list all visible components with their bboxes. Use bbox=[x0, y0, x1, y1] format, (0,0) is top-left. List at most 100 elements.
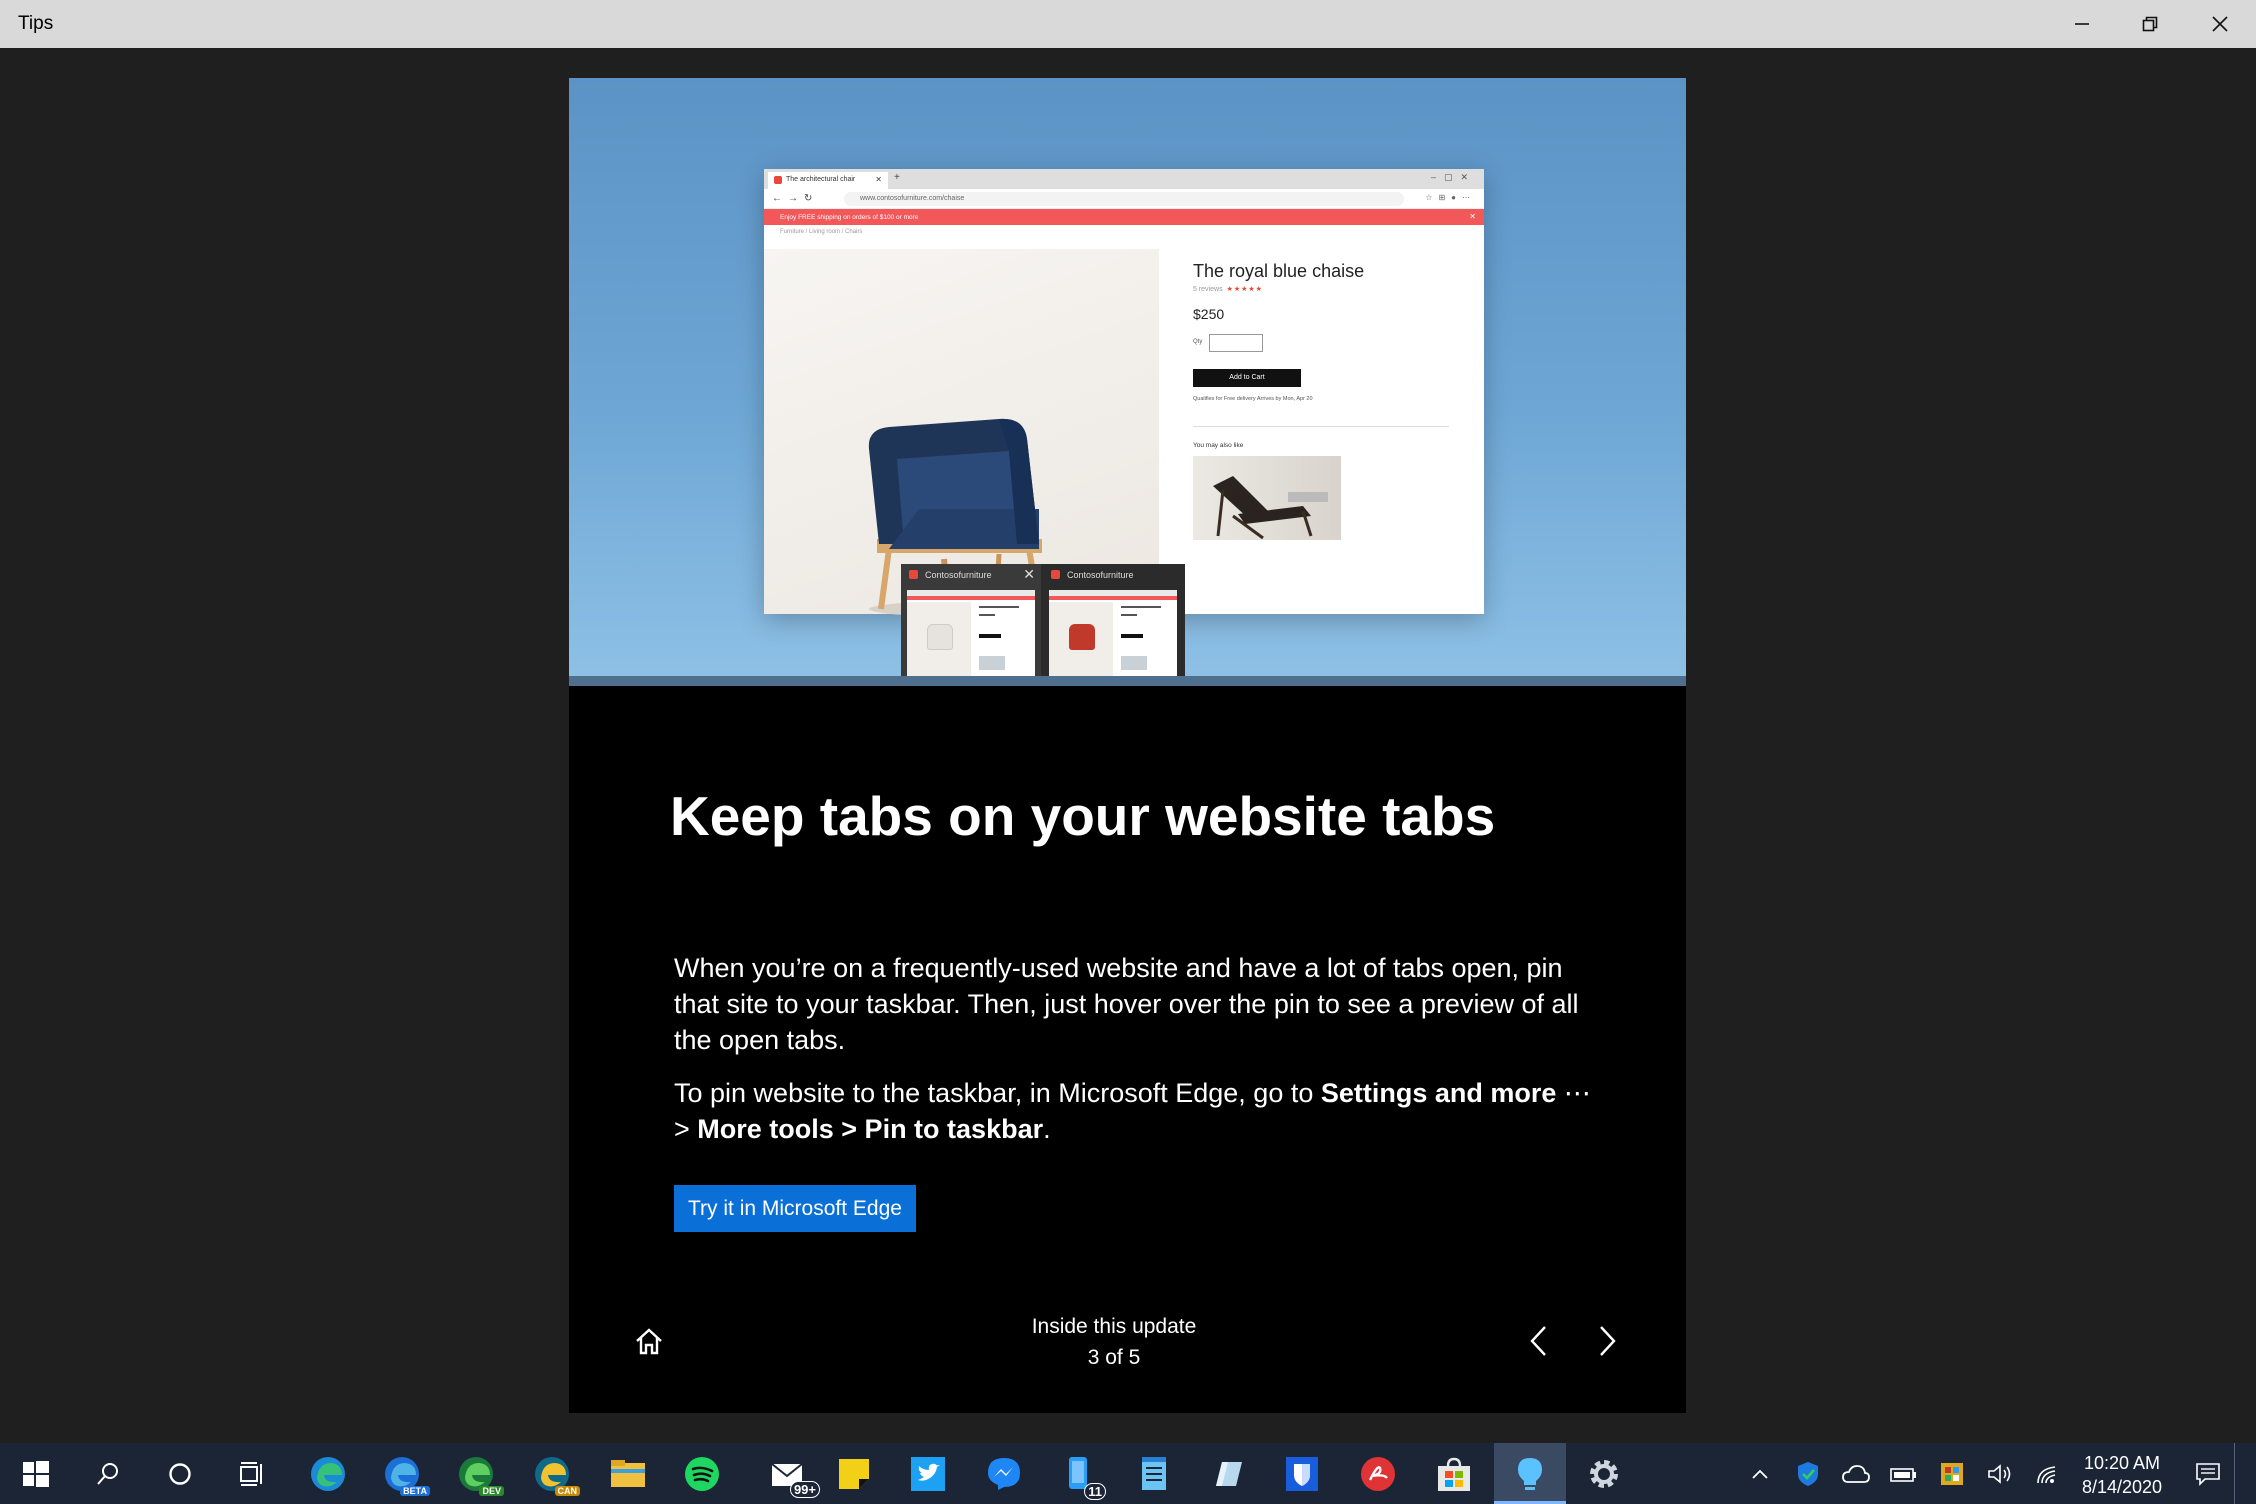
taskbar-preview: Contosofurniture ✕ Contosofurniture bbox=[901, 564, 1185, 686]
qty-field bbox=[1209, 334, 1263, 352]
mock-browser: The architectural chair ✕ + –▢✕ ←→↻ www.… bbox=[764, 169, 1484, 617]
delivery-info: Qualifies for Free delivery Arrives by M… bbox=[1193, 396, 1313, 402]
favicon-icon bbox=[1051, 570, 1060, 579]
file-explorer-taskbar-icon[interactable] bbox=[592, 1443, 664, 1504]
windows-logo-icon bbox=[23, 1460, 49, 1487]
bitwarden-taskbar-icon[interactable] bbox=[1266, 1443, 1338, 1504]
restore-button[interactable] bbox=[2116, 0, 2184, 48]
app-tray-icon[interactable] bbox=[1928, 1443, 1976, 1504]
preview-thumbnail-2 bbox=[1049, 590, 1177, 680]
defender-tray-icon[interactable] bbox=[1784, 1443, 1832, 1504]
chevron-up-icon bbox=[1752, 1469, 1768, 1479]
volume-tray-icon[interactable] bbox=[1976, 1443, 2024, 1504]
battery-tray-icon[interactable] bbox=[1880, 1443, 1928, 1504]
edge-canary-taskbar-icon[interactable]: CAN bbox=[516, 1443, 588, 1504]
onedrive-tray-icon[interactable] bbox=[1832, 1443, 1880, 1504]
mock-window-controls-icon: –▢✕ bbox=[1430, 172, 1476, 182]
tips-taskbar-icon[interactable] bbox=[1494, 1443, 1566, 1504]
next-button[interactable] bbox=[1587, 1321, 1627, 1361]
show-hidden-icons-button[interactable] bbox=[1736, 1443, 1784, 1504]
clock-date: 8/14/2020 bbox=[2081, 1477, 2163, 1497]
tip-headline: Keep tabs on your website tabs bbox=[670, 785, 1496, 847]
try-in-edge-button[interactable]: Try it in Microsoft Edge bbox=[674, 1185, 916, 1232]
snip-taskbar-icon[interactable] bbox=[1192, 1443, 1264, 1504]
start-button[interactable] bbox=[0, 1443, 72, 1504]
gear-icon bbox=[1590, 1459, 1618, 1488]
your-phone-taskbar-icon[interactable]: 11 bbox=[1044, 1443, 1116, 1504]
preview-close-icon: ✕ bbox=[1023, 566, 1035, 582]
product-reviews: 5 reviews ★★★★★ bbox=[1193, 285, 1263, 293]
preview-title-2: Contosofurniture bbox=[1067, 570, 1134, 580]
settings-and-more-text: Settings and more bbox=[1320, 1078, 1557, 1108]
lounge-chair-illustration bbox=[1213, 476, 1328, 540]
mail-count-badge: 99+ bbox=[789, 1481, 820, 1498]
mock-nav-icons: ←→↻ bbox=[772, 193, 819, 204]
messenger-taskbar-icon[interactable] bbox=[968, 1443, 1040, 1504]
snip-icon bbox=[1216, 1461, 1242, 1486]
p2-suffix: . bbox=[1043, 1114, 1051, 1144]
notepad-taskbar-icon[interactable] bbox=[1118, 1443, 1190, 1504]
settings-taskbar-icon[interactable] bbox=[1568, 1443, 1640, 1504]
preview-card-2: Contosofurniture bbox=[1043, 564, 1183, 686]
previous-button[interactable] bbox=[1519, 1321, 1559, 1361]
page-indicator: 3 of 5 bbox=[1087, 1346, 1141, 1369]
section-title: Inside this update bbox=[1031, 1315, 1197, 1338]
tray-app-icon bbox=[1941, 1462, 1963, 1485]
edge-beta-taskbar-icon[interactable]: BETA bbox=[366, 1443, 438, 1504]
close-button[interactable] bbox=[2186, 0, 2254, 48]
twitter-taskbar-icon[interactable] bbox=[892, 1443, 964, 1504]
tip-paragraph-2: To pin website to the taskbar, in Micros… bbox=[674, 1075, 1594, 1147]
notepad-icon bbox=[1142, 1456, 1166, 1490]
cloud-icon bbox=[1842, 1464, 1870, 1483]
rating-stars-icon: ★★★★★ bbox=[1226, 286, 1263, 293]
also-like-label: You may also like bbox=[1193, 442, 1244, 449]
acrobat-taskbar-icon[interactable] bbox=[1342, 1443, 1414, 1504]
mock-url: www.contosofurniture.com/chaise bbox=[844, 192, 1404, 206]
preview-thumbnail-1 bbox=[907, 590, 1035, 680]
mock-address-bar: ←→↻ www.contosofurniture.com/chaise ☆⊞●⋯ bbox=[764, 189, 1484, 209]
sticky-notes-icon bbox=[839, 1458, 869, 1489]
spotify-taskbar-icon[interactable] bbox=[666, 1443, 738, 1504]
folder-icon bbox=[611, 1459, 645, 1487]
beta-badge: BETA bbox=[400, 1486, 430, 1496]
mock-toolbar-icons: ☆⊞●⋯ bbox=[1425, 193, 1476, 202]
store-taskbar-icon[interactable] bbox=[1418, 1443, 1490, 1504]
shield-icon bbox=[1286, 1456, 1318, 1491]
preview-header-1: Contosofurniture ✕ bbox=[901, 564, 1041, 586]
divider bbox=[1193, 426, 1449, 427]
restore-icon bbox=[2142, 16, 2158, 32]
product-title: The royal blue chaise bbox=[1193, 261, 1365, 281]
show-desktop-button[interactable] bbox=[2234, 1443, 2256, 1504]
new-tab-icon: + bbox=[894, 172, 900, 183]
home-button[interactable] bbox=[629, 1321, 669, 1361]
can-badge: CAN bbox=[554, 1486, 580, 1496]
window-title: Tips bbox=[18, 13, 54, 34]
edge-icon bbox=[311, 1456, 345, 1491]
mock-promo-banner: Enjoy FREE shipping on orders of $100 or… bbox=[764, 209, 1484, 225]
action-center-button[interactable] bbox=[2184, 1443, 2232, 1504]
product-price: $250 bbox=[1193, 306, 1225, 322]
mock-promo-text: Enjoy FREE shipping on orders of $100 or… bbox=[780, 214, 919, 221]
mock-tab-title: The architectural chair bbox=[786, 176, 856, 183]
chevron-right-icon bbox=[1600, 1326, 1616, 1356]
phone-count-badge: 11 bbox=[1084, 1483, 1106, 1500]
edge-taskbar-icon[interactable] bbox=[292, 1443, 364, 1504]
favicon-icon bbox=[909, 570, 918, 579]
edge-dev-taskbar-icon[interactable]: DEV bbox=[440, 1443, 512, 1504]
search-button[interactable] bbox=[72, 1443, 144, 1504]
taskbar: BETA DEV CAN 99+ 11 10:20 AM 8/14/2020 bbox=[0, 1443, 2256, 1504]
tip-card: The architectural chair ✕ + –▢✕ ←→↻ www.… bbox=[569, 78, 1686, 1413]
speaker-icon bbox=[1988, 1463, 2011, 1484]
mail-taskbar-icon[interactable]: 99+ bbox=[752, 1443, 824, 1504]
tip-paragraph-1: When you’re on a frequently-used website… bbox=[674, 953, 1579, 1055]
mock-breadcrumb: Furniture / Living room / Chairs bbox=[780, 229, 863, 235]
promo-close-icon: ✕ bbox=[1469, 212, 1476, 221]
qty-label: Qty bbox=[1193, 339, 1203, 345]
sticky-notes-taskbar-icon[interactable] bbox=[818, 1443, 890, 1504]
task-view-button[interactable] bbox=[216, 1443, 288, 1504]
preview-card-1: Contosofurniture ✕ bbox=[901, 564, 1041, 686]
minimize-button[interactable] bbox=[2048, 0, 2116, 48]
battery-icon bbox=[1890, 1467, 1916, 1482]
clock[interactable]: 10:20 AM 8/14/2020 bbox=[2062, 1451, 2182, 1499]
cortana-button[interactable] bbox=[144, 1443, 216, 1504]
